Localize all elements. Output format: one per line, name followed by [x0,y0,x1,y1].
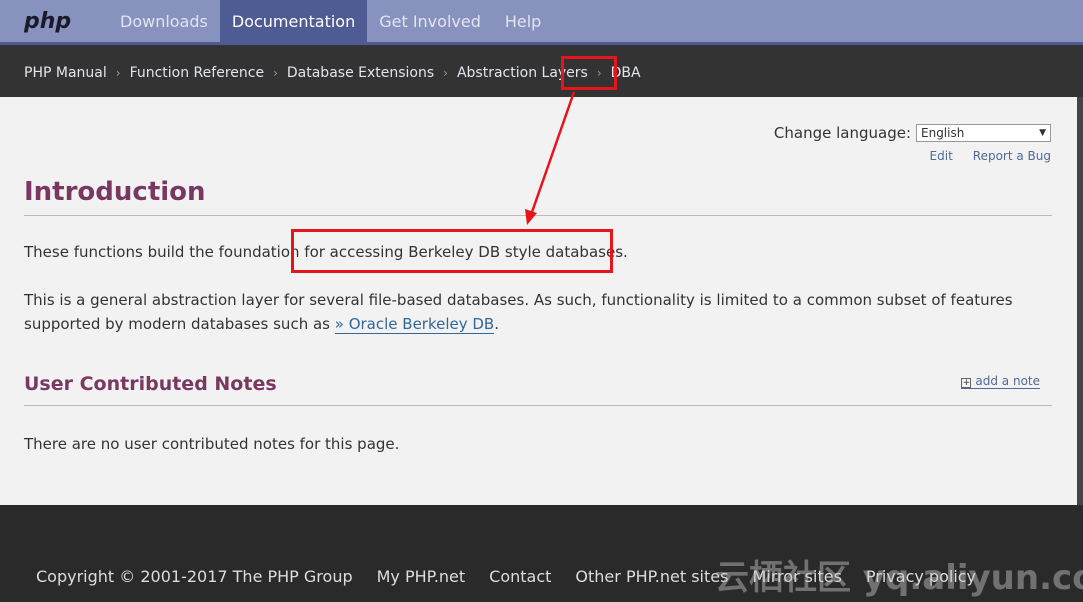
footer-contact[interactable]: Contact [489,567,551,586]
footer-copyright: Copyright © 2001-2017 The PHP Group [36,567,353,586]
footer-other-sites[interactable]: Other PHP.net sites [575,567,728,586]
footer-my-php[interactable]: My PHP.net [377,567,466,586]
watermark: 云栖社区 yq.aliyun.com [715,558,1083,598]
